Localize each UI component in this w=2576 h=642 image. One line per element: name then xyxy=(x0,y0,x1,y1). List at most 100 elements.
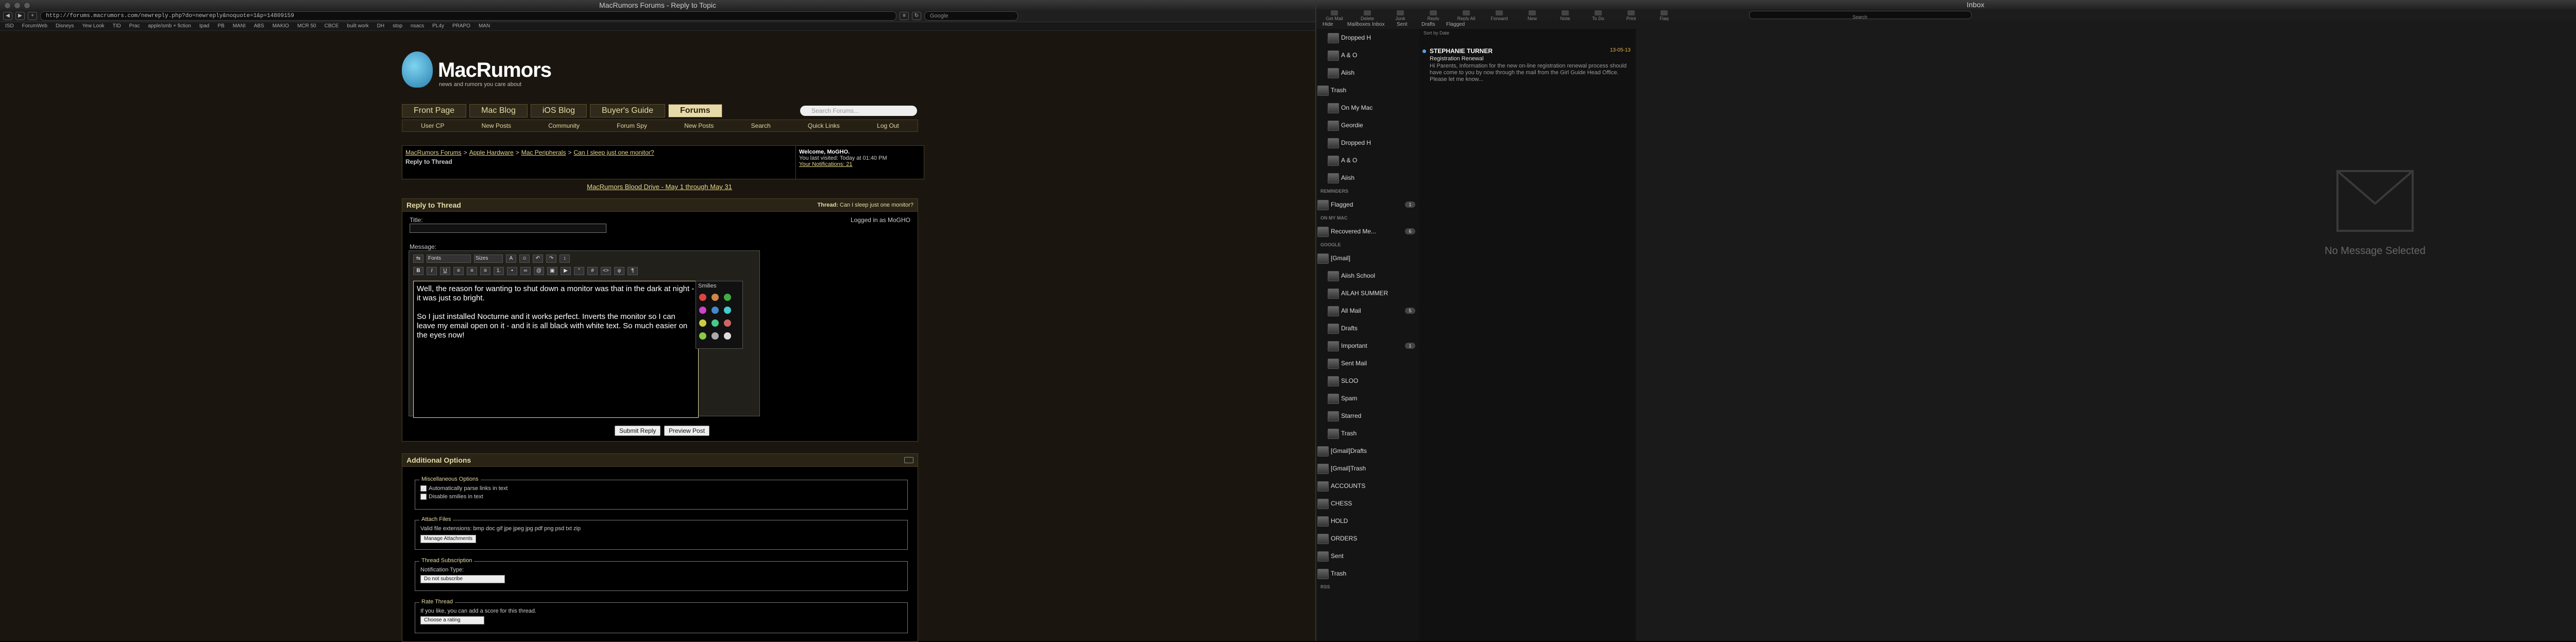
mail-toolbar-button[interactable]: Reply All xyxy=(1453,10,1479,21)
mailbox-item[interactable]: [Gmail] xyxy=(1316,250,1419,266)
bookmark-item[interactable]: stop xyxy=(393,22,402,30)
font-select[interactable]: Fonts xyxy=(427,255,471,263)
spoiler-icon[interactable]: ¶ xyxy=(628,267,638,275)
disable-smilies-option[interactable]: Disable smilies in text xyxy=(415,492,907,500)
mailbox-item[interactable]: AILAH SUMMER xyxy=(1316,285,1419,301)
resize-icon[interactable]: ↕ xyxy=(560,255,570,263)
mail-toolbar-button[interactable]: Forward xyxy=(1486,10,1512,21)
mailbox-item[interactable]: [Gmail]Trash xyxy=(1316,461,1419,476)
mailbox-item[interactable]: Spam xyxy=(1316,391,1419,406)
html-icon[interactable]: <> xyxy=(601,267,611,275)
bookmark-item[interactable]: PRAPO xyxy=(452,22,470,30)
mailbox-item[interactable]: Starred xyxy=(1316,408,1419,424)
mail-toolbar-button[interactable]: Flag xyxy=(1651,10,1677,21)
subnav-link[interactable]: Forum Spy xyxy=(617,120,647,131)
smilie-icon[interactable] xyxy=(711,294,719,301)
bookmark-item[interactable]: Prac xyxy=(129,22,140,30)
quote-icon[interactable]: " xyxy=(574,267,584,275)
site-tab[interactable]: Forums xyxy=(668,104,722,117)
mail-toolbar-button[interactable]: Reply xyxy=(1420,10,1446,21)
mailbox-item[interactable]: Sent Mail xyxy=(1316,356,1419,371)
mail-toolbar-button[interactable]: Junk xyxy=(1387,10,1413,21)
mailbox-item[interactable]: Recovered Me... 6 xyxy=(1316,224,1419,239)
breadcrumb-link[interactable]: Mac Peripherals xyxy=(521,149,566,156)
site-tab[interactable]: Buyer's Guide xyxy=(590,104,665,117)
breadcrumb-link[interactable]: Can I sleep just one monitor? xyxy=(573,149,654,156)
mailbox-item[interactable]: Aiish School xyxy=(1316,268,1419,283)
image-icon[interactable]: ▣ xyxy=(547,267,557,275)
message-row[interactable]: STEPHANIE TURNER 13-05-13 Registration R… xyxy=(1419,44,1636,96)
mailbox-item[interactable]: HOLD xyxy=(1316,513,1419,529)
smilie-icon[interactable] xyxy=(711,307,719,314)
bookmark-item[interactable]: MAN xyxy=(479,22,490,30)
smilie-icon[interactable] xyxy=(724,319,731,327)
smiley-icon[interactable]: ☺ xyxy=(519,255,530,263)
mailbox-item[interactable]: Trash xyxy=(1316,426,1419,441)
mailbox-item[interactable]: Trash xyxy=(1316,82,1419,98)
minimize-window-button[interactable] xyxy=(14,2,21,9)
site-tab[interactable]: Mac Blog xyxy=(469,104,528,117)
subnav-link[interactable]: New Posts xyxy=(482,120,511,131)
breadcrumb-link[interactable]: MacRumors Forums xyxy=(405,149,462,156)
bookmark-item[interactable]: MANI xyxy=(233,22,246,30)
mailbox-item[interactable]: A & O xyxy=(1316,153,1419,168)
redo-icon[interactable]: ↷ xyxy=(546,255,556,263)
favorites-item[interactable]: Mailboxes xyxy=(1347,21,1370,29)
bookmark-item[interactable]: Ipad xyxy=(199,22,209,30)
mailbox-item[interactable]: ORDERS xyxy=(1316,531,1419,546)
bookmark-item[interactable]: ForumWeb xyxy=(22,22,47,30)
smilie-icon[interactable] xyxy=(711,332,719,340)
site-tab[interactable]: iOS Blog xyxy=(530,104,587,117)
mailbox-item[interactable]: Drafts xyxy=(1316,320,1419,336)
reload-icon[interactable]: ↻ xyxy=(912,12,921,20)
parse-links-checkbox[interactable]: ✓ xyxy=(420,485,427,493)
mailbox-item[interactable]: A & O xyxy=(1316,47,1419,63)
subnav-link[interactable]: Quick Links xyxy=(808,120,840,131)
preview-post-button[interactable]: Preview Post xyxy=(664,426,710,436)
bookmark-item[interactable]: Yew Look xyxy=(82,22,105,30)
mailbox-item[interactable]: CHESS xyxy=(1316,496,1419,511)
message-textarea[interactable]: Well, the reason for wanting to shut dow… xyxy=(413,281,699,418)
ordered-list-icon[interactable]: 1. xyxy=(494,267,504,275)
parse-links-option[interactable]: ✓ Automatically parse links in text xyxy=(415,480,907,493)
align-right-icon[interactable]: ≡ xyxy=(480,267,490,275)
smilie-icon[interactable] xyxy=(724,294,731,301)
subnav-link[interactable]: New Posts xyxy=(684,120,714,131)
underline-icon[interactable]: U xyxy=(440,267,450,275)
sort-by-label[interactable]: Sort by Date xyxy=(1419,29,1636,37)
forum-search-input[interactable]: Search Forums... xyxy=(800,106,917,116)
favorites-item[interactable]: Flagged xyxy=(1446,21,1465,29)
bookmark-item[interactable]: nsacs xyxy=(411,22,424,30)
subnav-link[interactable]: Community xyxy=(548,120,580,131)
bookmark-item[interactable]: PL4y xyxy=(432,22,444,30)
mailbox-item[interactable]: On My Mac xyxy=(1316,100,1419,115)
email-link-icon[interactable]: @ xyxy=(534,267,544,275)
mail-toolbar-button[interactable]: To Do xyxy=(1585,10,1611,21)
notification-type-select[interactable]: Do not subscribe xyxy=(420,575,505,583)
mailbox-item[interactable]: Dropped H xyxy=(1316,30,1419,45)
undo-icon[interactable]: ↶ xyxy=(533,255,543,263)
close-window-button[interactable] xyxy=(4,2,11,9)
bookmark-item[interactable]: ISD xyxy=(5,22,14,30)
mailbox-item[interactable]: Dropped H xyxy=(1316,135,1419,150)
subnav-link[interactable]: Log Out xyxy=(877,120,899,131)
section-header[interactable]: RSS xyxy=(1320,584,1330,589)
section-header[interactable]: REMINDERS xyxy=(1320,189,1348,194)
bookmark-item[interactable]: MCR 50 xyxy=(297,22,316,30)
bookmark-item[interactable]: MAKIO xyxy=(273,22,289,30)
code-icon[interactable]: # xyxy=(587,267,598,275)
rating-select[interactable]: Choose a rating xyxy=(420,616,484,624)
video-icon[interactable]: ▶ xyxy=(561,267,571,275)
mailbox-item[interactable]: [Gmail]Drafts xyxy=(1316,443,1419,459)
submit-reply-button[interactable]: Submit Reply xyxy=(615,426,661,436)
breadcrumb-link[interactable]: Apple Hardware xyxy=(469,149,514,156)
notifications-link[interactable]: Your Notifications: 21 xyxy=(799,161,921,167)
favorites-item[interactable]: Hide xyxy=(1323,21,1333,29)
smilie-icon[interactable] xyxy=(699,294,706,301)
bookmark-item[interactable]: PB xyxy=(217,22,224,30)
disable-smilies-checkbox[interactable] xyxy=(420,494,427,500)
mail-toolbar-button[interactable]: Get Mail xyxy=(1321,10,1347,21)
bookmark-item[interactable]: CBCE xyxy=(325,22,339,30)
bookmark-item[interactable]: ABS xyxy=(254,22,264,30)
favorites-item[interactable]: Drafts xyxy=(1421,21,1435,29)
